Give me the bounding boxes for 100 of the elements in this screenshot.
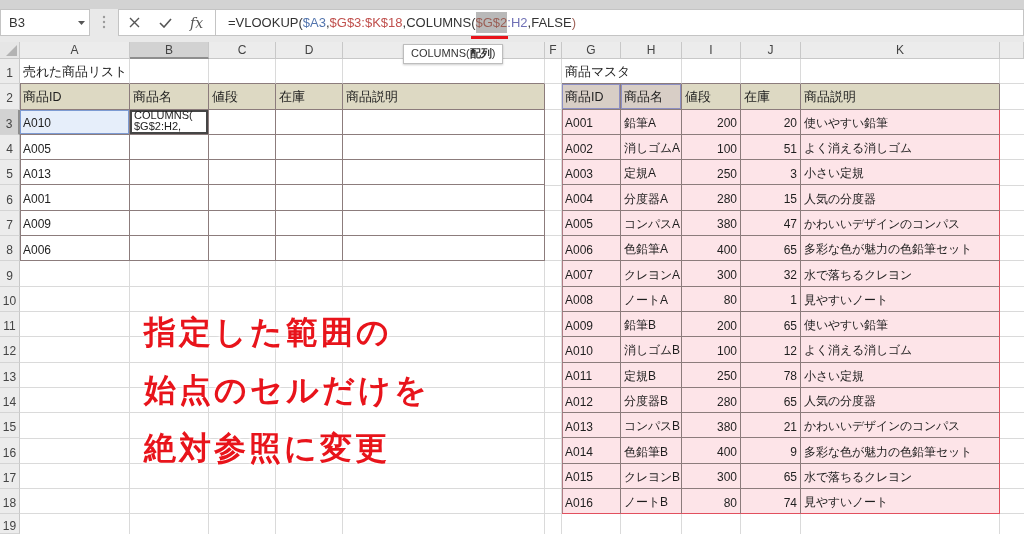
function-tooltip: COLUMNS(配列) [403, 44, 504, 64]
table-cell: 80 [682, 286, 741, 312]
row-header[interactable]: 11 [0, 311, 20, 338]
table-cell: 15 [741, 185, 801, 211]
row-header[interactable]: 16 [0, 438, 20, 464]
table-cell: 400 [682, 236, 741, 262]
column-header[interactable]: G [562, 42, 621, 59]
header-cell: 商品名 [621, 84, 682, 110]
table-cell: コンパスB [621, 413, 682, 439]
column-header[interactable]: A [20, 42, 130, 59]
table-cell [276, 185, 343, 211]
row-header[interactable]: 18 [0, 489, 20, 515]
formula-field[interactable]: =VLOOKUP($A3,$G$3:$K$18,COLUMNS($G$2:H2,FALSE) [216, 9, 1024, 36]
row-header[interactable]: 12 [0, 337, 20, 363]
table-cell: 分度器B [621, 387, 682, 414]
table-cell: 定規B [621, 362, 682, 388]
table-cell: 380 [682, 210, 741, 237]
table-cell: 1 [741, 286, 801, 312]
table-cell: 100 [682, 134, 741, 161]
header-cell: 商品説明 [801, 84, 1000, 110]
table-cell: 32 [741, 261, 801, 287]
table-cell: 280 [682, 387, 741, 414]
column-header[interactable]: J [741, 42, 801, 59]
row-header[interactable]: 5 [0, 160, 20, 186]
row-header[interactable]: 13 [0, 362, 20, 388]
row-header[interactable]: 19 [0, 514, 20, 534]
column-header[interactable]: B [130, 42, 209, 59]
row-header[interactable]: 7 [0, 210, 20, 237]
row-header[interactable]: 1 [0, 59, 20, 85]
row-header[interactable]: 15 [0, 413, 20, 439]
table-cell: コンパスA [621, 210, 682, 237]
column-header[interactable]: K [801, 42, 1000, 59]
column-header[interactable]: C [209, 42, 276, 59]
table-cell: よく消える消しゴム [801, 134, 1000, 161]
table-cell: A015 [562, 463, 621, 490]
table-cell: ノートA [621, 286, 682, 312]
table-cell: クレヨンB [621, 463, 682, 490]
table-cell: A010 [20, 109, 130, 135]
table-cell: 人気の分度器 [801, 387, 1000, 414]
table-cell [209, 109, 276, 135]
table-cell: 65 [741, 236, 801, 262]
table-cell: 51 [741, 134, 801, 161]
cell-editor[interactable]: COLUMNS( $G$2:H2, [130, 109, 209, 135]
table-cell: A009 [20, 210, 130, 237]
table-cell: 多彩な色が魅力の色鉛筆セット [801, 236, 1000, 262]
table-cell: A002 [562, 134, 621, 161]
row-header[interactable]: 3 [0, 109, 20, 135]
header-cell: 値段 [682, 84, 741, 110]
table-cell: A009 [562, 311, 621, 338]
table-cell: 分度器A [621, 185, 682, 211]
table-cell: 定規A [621, 160, 682, 186]
row-header[interactable]: 9 [0, 261, 20, 287]
header-cell: 商品説明 [343, 84, 545, 110]
table-cell: かわいいデザインのコンパス [801, 210, 1000, 237]
table-cell: 水で落ちるクレヨン [801, 261, 1000, 287]
table-cell [276, 134, 343, 161]
row-header[interactable]: 14 [0, 387, 20, 414]
table-cell: 見やすいノート [801, 489, 1000, 515]
table-cell [276, 109, 343, 135]
header-cell: 在庫 [276, 84, 343, 110]
row-header[interactable]: 10 [0, 286, 20, 312]
row-header[interactable]: 4 [0, 134, 20, 161]
column-header[interactable]: I [682, 42, 741, 59]
table-cell: 250 [682, 160, 741, 186]
table-cell [209, 185, 276, 211]
table-cell: A006 [562, 236, 621, 262]
table-cell: 80 [682, 489, 741, 515]
caret-down-icon [78, 20, 85, 25]
table-cell: 3 [741, 160, 801, 186]
table-cell: 300 [682, 261, 741, 287]
insert-function-button[interactable]: fx [181, 10, 212, 35]
sheet-title: 商品マスタ [562, 59, 682, 85]
table-cell [276, 236, 343, 262]
column-header[interactable]: D [276, 42, 343, 59]
table-cell: 100 [682, 337, 741, 363]
table-cell: 色鉛筆A [621, 236, 682, 262]
table-cell: 小さい定規 [801, 362, 1000, 388]
table-cell [276, 160, 343, 186]
table-cell: 使いやすい鉛筆 [801, 109, 1000, 135]
table-cell: 鉛筆A [621, 109, 682, 135]
table-cell: 多彩な色が魅力の色鉛筆セット [801, 438, 1000, 464]
table-cell: A005 [562, 210, 621, 237]
name-box[interactable]: B3 [0, 9, 90, 36]
table-cell: 300 [682, 463, 741, 490]
table-cell: A005 [20, 134, 130, 161]
row-header[interactable]: 17 [0, 463, 20, 490]
column-header[interactable]: H [621, 42, 682, 59]
table-cell: A016 [562, 489, 621, 515]
table-cell: 21 [741, 413, 801, 439]
table-cell: A006 [20, 236, 130, 262]
column-header[interactable]: F [545, 42, 562, 59]
table-cell: 消しゴムA [621, 134, 682, 161]
table-cell: 鉛筆B [621, 311, 682, 338]
row-header[interactable]: 6 [0, 185, 20, 211]
row-header[interactable]: 2 [0, 84, 20, 110]
header-cell: 値段 [209, 84, 276, 110]
row-header[interactable]: 8 [0, 236, 20, 262]
table-cell: 65 [741, 463, 801, 490]
table-cell: 400 [682, 438, 741, 464]
annotation-text: 指定した範囲の [144, 313, 392, 351]
